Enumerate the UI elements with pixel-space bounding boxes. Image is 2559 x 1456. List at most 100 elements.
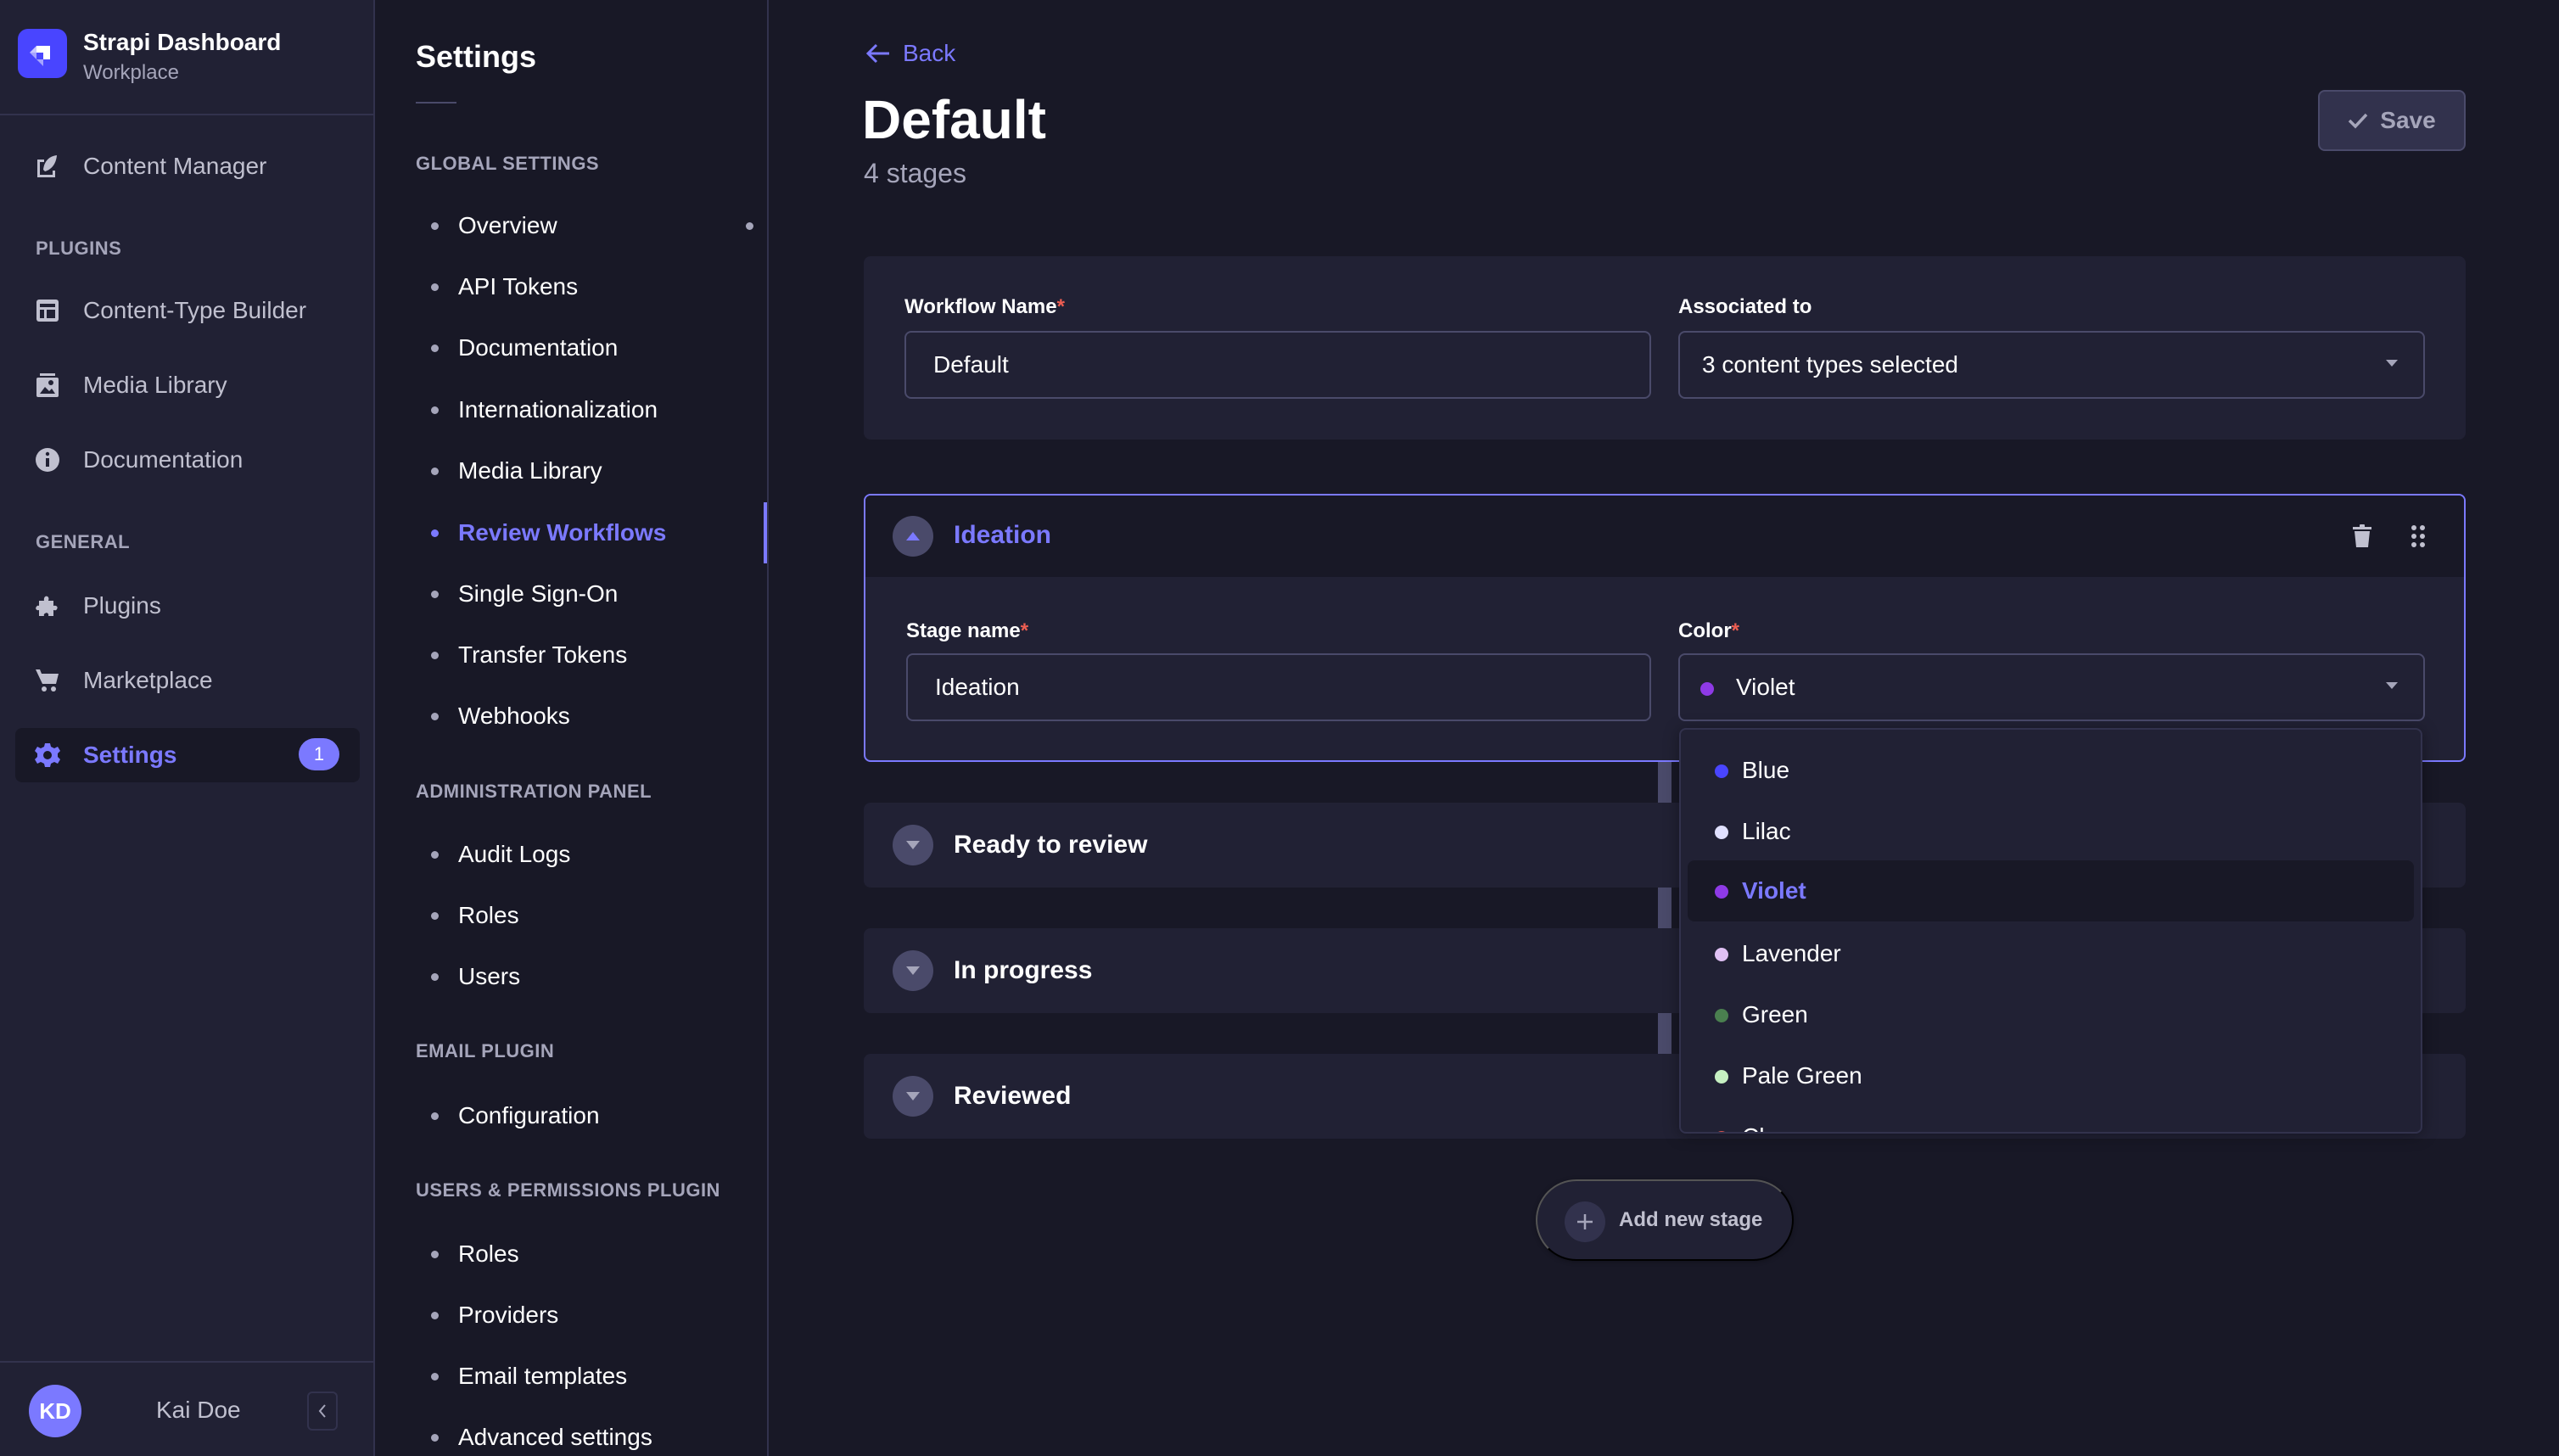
color-swatch-icon	[1715, 1009, 1728, 1022]
subnav-item-transfer-tokens[interactable]: Transfer Tokens	[431, 631, 753, 679]
caret-down-icon	[906, 841, 920, 849]
back-link[interactable]: Back	[864, 39, 955, 68]
nav-item-documentation[interactable]: Documentation	[15, 433, 360, 487]
bullet-icon	[431, 713, 439, 720]
nav-item-settings[interactable]: Settings 1	[15, 728, 360, 782]
collapse-nav-button[interactable]	[307, 1392, 338, 1431]
bullet-icon	[431, 1312, 439, 1319]
color-swatch-icon	[1715, 885, 1728, 899]
color-swatch-icon	[1700, 682, 1714, 696]
color-select[interactable]: Violet	[1678, 653, 2425, 721]
subnav-item-media-library[interactable]: Media Library	[431, 447, 753, 495]
nav-item-content-type-builder[interactable]: Content-Type Builder	[15, 283, 360, 338]
subnav-label: Email templates	[458, 1363, 628, 1389]
subnav-label: Webhooks	[458, 703, 570, 729]
subnav-label: API Tokens	[458, 273, 579, 300]
expand-stage-button[interactable]	[893, 950, 933, 991]
caret-down-icon	[2386, 360, 2398, 367]
nav-item-content-manager[interactable]: Content Manager	[15, 139, 360, 193]
stage-title: Ideation	[954, 521, 1052, 549]
stage-name-label: Stage name*	[906, 619, 1029, 642]
nav-item-marketplace[interactable]: Marketplace	[15, 653, 360, 708]
brand-title: Strapi Dashboard	[83, 29, 282, 55]
subnav-scrollbar[interactable]	[764, 502, 767, 563]
subnav-item-roles[interactable]: Roles	[431, 892, 753, 939]
back-label: Back	[903, 40, 956, 66]
color-option-lilac[interactable]: Lilac	[1688, 801, 2414, 862]
subnav-item-users[interactable]: Users	[431, 953, 753, 1000]
subnav-item-advanced-settings[interactable]: Advanced settings	[431, 1414, 753, 1456]
drag-stage-handle[interactable]	[2405, 523, 2432, 550]
subnav-item-api-tokens[interactable]: API Tokens	[431, 263, 753, 311]
color-swatch-icon	[1715, 1131, 1728, 1132]
add-new-stage-label: Add new stage	[1619, 1208, 1763, 1231]
subnav-label: Audit Logs	[458, 841, 571, 867]
subnav-divider	[416, 102, 456, 104]
stage-header[interactable]: Ideation	[865, 496, 2464, 577]
subnav-item-documentation[interactable]: Documentation	[431, 324, 753, 372]
workflow-name-input[interactable]: Default	[904, 331, 1651, 399]
subnav-label: Internationalization	[458, 396, 658, 423]
nav-item-plugins[interactable]: Plugins	[15, 579, 360, 633]
color-option-violet[interactable]: Violet	[1688, 860, 2414, 921]
nav-label: Documentation	[83, 446, 244, 473]
subnav-label: Providers	[458, 1302, 559, 1328]
color-option-blue[interactable]: Blue	[1688, 740, 2414, 801]
bullet-icon	[431, 1373, 439, 1380]
save-label: Save	[2380, 107, 2436, 133]
bullet-icon	[431, 652, 439, 659]
bullet-icon	[431, 283, 439, 291]
page-subtitle: 4 stages	[864, 158, 966, 188]
delete-stage-button[interactable]	[2349, 523, 2376, 550]
bullet-icon	[431, 344, 439, 352]
subnav-label: Media Library	[458, 457, 602, 484]
feather-icon	[34, 153, 61, 180]
subnav-item-internationalization[interactable]: Internationalization	[431, 386, 753, 434]
stage-card-ideation: Ideation Stage name* Ideation Color* Vio…	[864, 494, 2466, 762]
subnav-item-email-templates[interactable]: Email templates	[431, 1352, 753, 1400]
workflow-name-label: Workflow Name*	[904, 295, 1065, 318]
nav-label: Plugins	[83, 592, 161, 619]
caret-up-icon	[906, 532, 920, 540]
add-new-stage-button[interactable]: Add new stage	[1536, 1179, 1794, 1261]
chevron-left-icon	[318, 1404, 326, 1418]
bullet-icon	[431, 1112, 439, 1120]
nav-label: Settings	[83, 742, 177, 768]
associated-to-select[interactable]: 3 content types selected	[1678, 331, 2425, 399]
subnav-item-overview[interactable]: Overview	[431, 202, 753, 249]
subnav-item-webhooks[interactable]: Webhooks	[431, 692, 753, 740]
avatar[interactable]: KD	[29, 1385, 81, 1437]
expand-stage-button[interactable]	[893, 825, 933, 865]
cart-icon	[34, 667, 61, 694]
stage-connector	[1658, 1013, 1671, 1054]
subnav-label: Configuration	[458, 1102, 600, 1128]
user-footer: KD Kai Doe	[0, 1361, 373, 1456]
color-option-lavender[interactable]: Lavender	[1688, 923, 2414, 984]
associated-to-label: Associated to	[1678, 295, 1812, 318]
user-name[interactable]: Kai Doe	[156, 1397, 241, 1424]
color-option-green[interactable]: Green	[1688, 984, 2414, 1045]
stage-name-input[interactable]: Ideation	[906, 653, 1651, 721]
subnav-item-providers[interactable]: Providers	[431, 1291, 753, 1339]
nav-item-media-library[interactable]: Media Library	[15, 358, 360, 412]
color-option-pale-green[interactable]: Pale Green	[1688, 1045, 2414, 1106]
subnav-item-up-roles[interactable]: Roles	[431, 1230, 753, 1278]
collapse-stage-button[interactable]	[893, 516, 933, 557]
bullet-icon	[431, 222, 439, 230]
associated-to-value: 3 content types selected	[1702, 351, 1958, 378]
expand-stage-button[interactable]	[893, 1076, 933, 1117]
page-title: Default	[862, 89, 1046, 150]
color-option-cherry[interactable]: Cherry	[1688, 1106, 2414, 1132]
stage-title: Ready to review	[954, 831, 1148, 859]
brand-subtitle: Workplace	[83, 61, 179, 84]
subnav-item-audit-logs[interactable]: Audit Logs	[431, 831, 753, 878]
save-button[interactable]: Save	[2318, 90, 2466, 151]
bullet-icon	[431, 1434, 439, 1442]
subnav-item-review-workflows[interactable]: Review Workflows	[431, 509, 753, 557]
bullet-icon	[431, 406, 439, 414]
notification-dot-icon	[746, 222, 753, 230]
subnav-title: Settings	[416, 39, 537, 74]
caret-down-icon	[906, 1092, 920, 1100]
subnav-item-single-sign-on[interactable]: Single Sign-On	[431, 570, 753, 618]
subnav-item-configuration[interactable]: Configuration	[431, 1092, 753, 1140]
